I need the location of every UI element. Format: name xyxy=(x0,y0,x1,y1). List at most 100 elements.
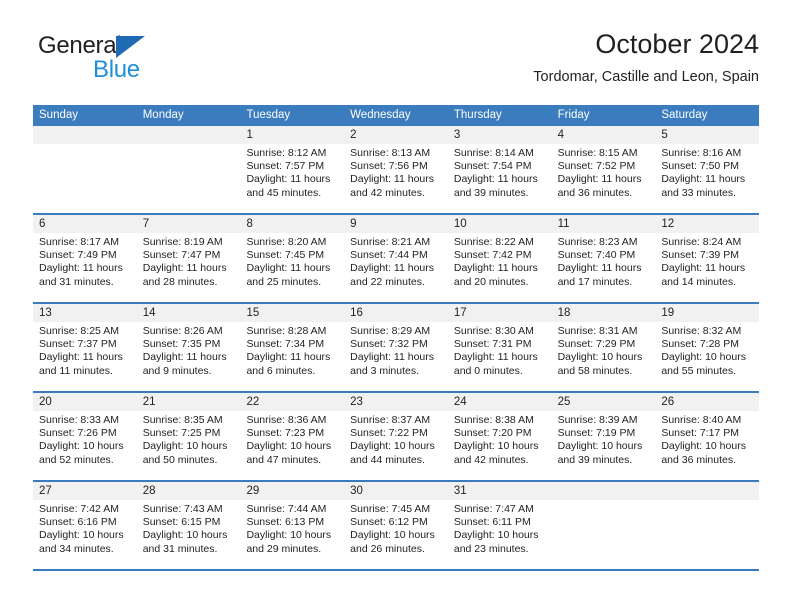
day-number: 13 xyxy=(39,307,52,319)
sunrise-text: Sunrise: 8:13 AM xyxy=(350,147,431,159)
day-cell[interactable]: 7 Sunrise: 8:19 AM Sunset: 7:47 PM Daylight… xyxy=(136,215,241,302)
day-cell[interactable]: 9 Sunrise: 8:21 AM Sunset: 7:44 PM Daylight… xyxy=(344,215,448,302)
day-number: 9 xyxy=(350,218,357,230)
daylight-text-line2: and 39 minutes. xyxy=(557,453,633,466)
day-sun-info: Sunrise: 8:35 AM Sunset: 7:25 PM Daylight:… xyxy=(137,411,241,467)
day-cell[interactable]: 4 Sunrise: 8:15 AM Sunset: 7:52 PM Daylight… xyxy=(551,126,656,213)
day-cell[interactable]: 5 Sunrise: 8:16 AM Sunset: 7:50 PM Daylight… xyxy=(655,126,760,213)
day-cell[interactable]: 30 Sunrise: 7:45 AM Sunset: 6:12 PM Dayligh… xyxy=(344,482,448,569)
daylight-text-line2: and 45 minutes. xyxy=(246,186,322,199)
day-number-band: 8 xyxy=(240,215,345,233)
day-cell[interactable]: 17 Sunrise: 8:30 AM Sunset: 7:31 PM Dayligh… xyxy=(447,304,552,391)
day-cell[interactable]: 22 Sunrise: 8:36 AM Sunset: 7:23 PM Dayligh… xyxy=(240,393,345,480)
day-number-band: 6 xyxy=(33,215,137,233)
daylight-text-line1: Daylight: 11 hours xyxy=(350,351,435,364)
sunset-text: Sunset: 6:15 PM xyxy=(142,516,221,529)
day-number-band: 25 xyxy=(551,393,656,411)
sunrise-text: Sunrise: 8:22 AM xyxy=(453,236,534,248)
sunrise-text: Sunrise: 8:19 AM xyxy=(142,236,223,248)
day-sun-info: Sunrise: 8:22 AM Sunset: 7:42 PM Daylight:… xyxy=(448,233,552,289)
day-number-band: 7 xyxy=(136,215,241,233)
day-cell[interactable]: 18 Sunrise: 8:31 AM Sunset: 7:29 PM Dayligh… xyxy=(551,304,656,391)
daylight-text-line2: and 26 minutes. xyxy=(350,542,425,555)
day-cell[interactable]: 20 Sunrise: 8:33 AM Sunset: 7:26 PM Dayligh… xyxy=(33,393,137,480)
day-cell[interactable]: 8 Sunrise: 8:20 AM Sunset: 7:45 PM Daylight… xyxy=(240,215,345,302)
daylight-text-line2: and 20 minutes. xyxy=(453,275,529,288)
calendar-week-row: 20 Sunrise: 8:33 AM Sunset: 7:26 PM Dayligh… xyxy=(33,393,760,482)
day-sun-info: Sunrise: 8:21 AM Sunset: 7:44 PM Daylight:… xyxy=(344,233,448,289)
sunset-text: Sunset: 7:54 PM xyxy=(453,160,532,173)
day-number-band: 1 xyxy=(240,126,345,144)
day-cell[interactable]: 11 Sunrise: 8:23 AM Sunset: 7:40 PM Dayligh… xyxy=(551,215,656,302)
day-cell[interactable]: 27 Sunrise: 7:42 AM Sunset: 6:16 PM Dayligh… xyxy=(33,482,137,569)
sunset-text: Sunset: 7:34 PM xyxy=(246,338,325,351)
day-sun-info: Sunrise: 8:37 AM Sunset: 7:22 PM Daylight:… xyxy=(344,411,448,467)
sunset-text: Sunset: 7:25 PM xyxy=(142,427,221,440)
daylight-text-line2: and 31 minutes. xyxy=(142,542,218,555)
day-number: 16 xyxy=(350,307,363,319)
daylight-text-line1: Daylight: 11 hours xyxy=(142,351,227,364)
daylight-text-line1: Daylight: 10 hours xyxy=(142,529,228,542)
day-sun-info: Sunrise: 8:33 AM Sunset: 7:26 PM Daylight:… xyxy=(33,411,137,467)
day-number-band: 22 xyxy=(240,393,345,411)
sunrise-text: Sunrise: 8:17 AM xyxy=(39,236,119,248)
day-cell[interactable]: 19 Sunrise: 8:32 AM Sunset: 7:28 PM Dayligh… xyxy=(655,304,760,391)
sunset-text: Sunset: 7:47 PM xyxy=(142,249,221,262)
sunrise-text: Sunrise: 7:47 AM xyxy=(453,503,534,515)
day-cell[interactable]: 1 Sunrise: 8:12 AM Sunset: 7:57 PM Daylight… xyxy=(240,126,345,213)
weekday-header-saturday: Saturday xyxy=(661,109,708,121)
page-subtitle: Tordomar, Castille and Leon, Spain xyxy=(533,69,759,85)
daylight-text-line2: and 6 minutes. xyxy=(246,364,316,377)
day-number: 10 xyxy=(453,218,467,230)
daylight-text-line1: Daylight: 11 hours xyxy=(453,351,538,364)
daylight-text-line2: and 52 minutes. xyxy=(39,453,114,466)
day-number: 11 xyxy=(557,218,570,230)
calendar-week-row: 6 Sunrise: 8:17 AM Sunset: 7:49 PM Daylight… xyxy=(33,215,760,304)
day-number: 21 xyxy=(142,396,156,408)
day-cell[interactable]: 28 Sunrise: 7:43 AM Sunset: 6:15 PM Dayligh… xyxy=(136,482,241,569)
day-sun-info: Sunrise: 8:36 AM Sunset: 7:23 PM Daylight:… xyxy=(240,411,344,467)
daylight-text-line1: Daylight: 11 hours xyxy=(39,262,123,275)
day-cell[interactable]: 29 Sunrise: 7:44 AM Sunset: 6:13 PM Dayligh… xyxy=(240,482,345,569)
day-sun-info: Sunrise: 7:47 AM Sunset: 6:11 PM Daylight:… xyxy=(448,500,552,556)
day-cell[interactable]: 6 Sunrise: 8:17 AM Sunset: 7:49 PM Daylight… xyxy=(33,215,137,302)
day-cell[interactable]: 21 Sunrise: 8:35 AM Sunset: 7:25 PM Dayligh… xyxy=(136,393,241,480)
day-number: 29 xyxy=(246,485,260,497)
day-cell[interactable]: 10 Sunrise: 8:22 AM Sunset: 7:42 PM Dayligh… xyxy=(447,215,552,302)
day-cell-empty xyxy=(136,126,241,213)
day-sun-info: Sunrise: 7:43 AM Sunset: 6:15 PM Daylight:… xyxy=(137,500,241,556)
sunrise-text: Sunrise: 7:43 AM xyxy=(142,503,223,515)
sunrise-text: Sunrise: 8:40 AM xyxy=(661,414,742,426)
day-number: 4 xyxy=(557,129,564,141)
daylight-text-line1: Daylight: 10 hours xyxy=(661,440,746,453)
day-number-band: 26 xyxy=(655,393,760,411)
day-cell[interactable]: 24 Sunrise: 8:38 AM Sunset: 7:20 PM Dayligh… xyxy=(447,393,552,480)
day-cell[interactable]: 31 Sunrise: 7:47 AM Sunset: 6:11 PM Dayligh… xyxy=(447,482,552,569)
weekday-header-monday: Monday xyxy=(142,109,184,121)
day-cell[interactable]: 2 Sunrise: 8:13 AM Sunset: 7:56 PM Daylight… xyxy=(344,126,448,213)
generalblue-logo[interactable]: General Blue xyxy=(33,32,253,92)
day-number-band: 29 xyxy=(240,482,345,500)
day-number-band xyxy=(551,482,656,500)
sunset-text: Sunset: 6:11 PM xyxy=(453,516,531,529)
daylight-text-line2: and 34 minutes. xyxy=(39,542,114,555)
day-sun-info: Sunrise: 8:13 AM Sunset: 7:56 PM Daylight:… xyxy=(344,144,448,200)
day-cell[interactable]: 26 Sunrise: 8:40 AM Sunset: 7:17 PM Dayligh… xyxy=(655,393,760,480)
day-cell[interactable]: 3 Sunrise: 8:14 AM Sunset: 7:54 PM Daylight… xyxy=(447,126,552,213)
day-cell[interactable]: 12 Sunrise: 8:24 AM Sunset: 7:39 PM Dayligh… xyxy=(655,215,760,302)
day-cell[interactable]: 13 Sunrise: 8:25 AM Sunset: 7:37 PM Dayligh… xyxy=(33,304,137,391)
sunset-text: Sunset: 7:39 PM xyxy=(661,249,739,262)
day-cell[interactable]: 14 Sunrise: 8:26 AM Sunset: 7:35 PM Dayligh… xyxy=(136,304,241,391)
daylight-text-line1: Daylight: 10 hours xyxy=(39,440,124,453)
daylight-text-line2: and 17 minutes. xyxy=(557,275,633,288)
daylight-text-line2: and 23 minutes. xyxy=(453,542,529,555)
day-cell[interactable]: 23 Sunrise: 8:37 AM Sunset: 7:22 PM Dayligh… xyxy=(344,393,448,480)
day-cell[interactable]: 25 Sunrise: 8:39 AM Sunset: 7:19 PM Dayligh… xyxy=(551,393,656,480)
day-number: 14 xyxy=(142,307,156,319)
daylight-text-line1: Daylight: 11 hours xyxy=(246,262,331,275)
daylight-text-line2: and 58 minutes. xyxy=(557,364,633,377)
daylight-text-line1: Daylight: 10 hours xyxy=(350,529,435,542)
sunset-text: Sunset: 7:32 PM xyxy=(350,338,428,351)
day-cell[interactable]: 16 Sunrise: 8:29 AM Sunset: 7:32 PM Dayligh… xyxy=(344,304,448,391)
day-cell[interactable]: 15 Sunrise: 8:28 AM Sunset: 7:34 PM Dayligh… xyxy=(240,304,345,391)
